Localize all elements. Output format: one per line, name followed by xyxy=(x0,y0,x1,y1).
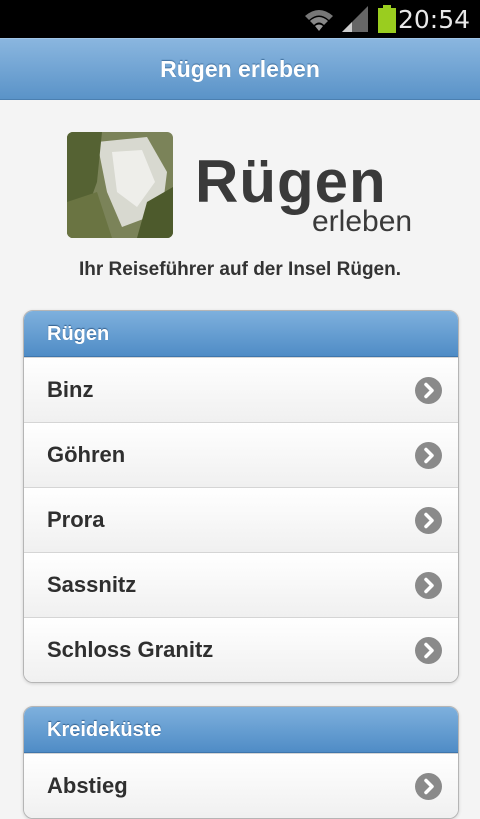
list-item-label: Abstieg xyxy=(47,773,128,798)
list-item-sassnitz[interactable]: Sassnitz xyxy=(24,552,458,617)
chevron-right-icon xyxy=(415,442,442,469)
list-item-label: Prora xyxy=(47,507,105,532)
status-time: 20:54 xyxy=(397,5,470,34)
chevron-right-icon xyxy=(415,637,442,664)
battery-icon xyxy=(378,5,396,33)
chevron-right-icon xyxy=(415,572,442,599)
wifi-icon xyxy=(305,10,333,31)
list-item-abstieg[interactable]: Abstieg xyxy=(24,753,458,818)
list-item-schloss-granitz[interactable]: Schloss Granitz xyxy=(24,617,458,682)
logo-area: Rügen erleben Ihr Reiseführer auf der In… xyxy=(0,100,480,300)
group-kreidekueste: Kreideküste Abstieg xyxy=(23,706,459,819)
group-header: Kreideküste xyxy=(24,707,458,753)
list-item-label: Göhren xyxy=(47,442,126,467)
logo-subtitle: erleben xyxy=(312,205,413,238)
cliff-image xyxy=(67,132,173,238)
group-header: Rügen xyxy=(24,311,458,357)
list-item-prora[interactable]: Prora xyxy=(24,487,458,552)
list-item-label: Schloss Granitz xyxy=(47,637,214,662)
app-header: Rügen erleben xyxy=(0,38,480,100)
status-bar: 20:54 xyxy=(0,0,480,38)
group-ruegen: Rügen Binz Göhren Prora Sassnitz Schloss… xyxy=(23,310,459,683)
list-item-binz[interactable]: Binz xyxy=(24,357,458,422)
chevron-right-icon xyxy=(415,377,442,404)
list-item-label: Binz xyxy=(47,377,94,402)
signal-icon xyxy=(342,6,368,32)
chevron-right-icon xyxy=(415,507,442,534)
page-title: Rügen erleben xyxy=(160,56,320,82)
list-item-goehren[interactable]: Göhren xyxy=(24,422,458,487)
chevron-right-icon xyxy=(415,773,442,800)
list-item-label: Sassnitz xyxy=(47,572,137,597)
logo-photo xyxy=(67,132,173,238)
tagline: Ihr Reiseführer auf der Insel Rügen. xyxy=(78,259,402,280)
